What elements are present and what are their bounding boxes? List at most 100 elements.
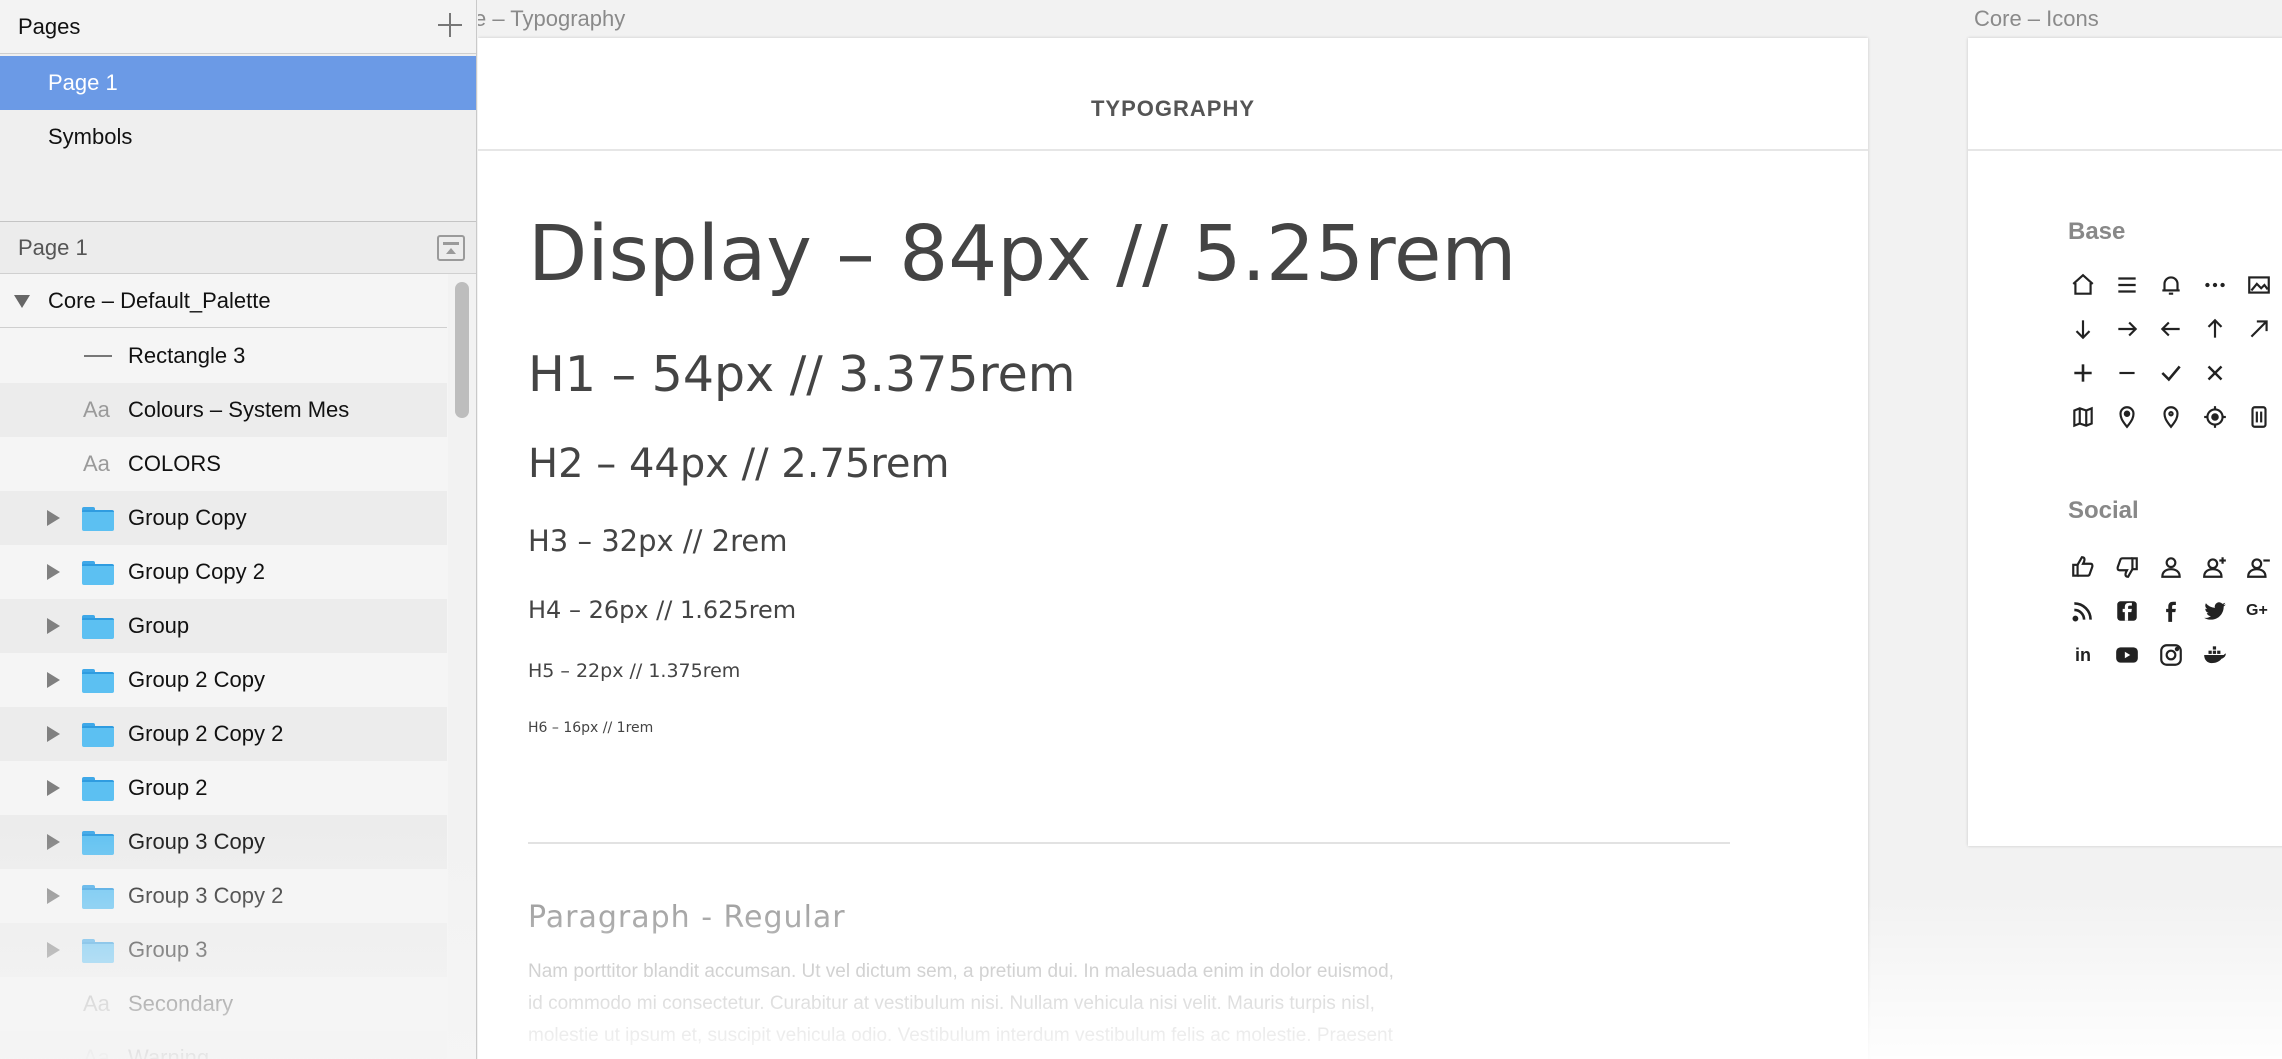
layer-row[interactable]: Group Copy bbox=[0, 491, 447, 545]
page-item-symbols[interactable]: Symbols bbox=[0, 110, 476, 164]
user-remove-icon[interactable] bbox=[2246, 554, 2272, 580]
h5-sample: H5 – 22px // 1.375rem bbox=[528, 660, 741, 682]
disclosure-collapsed-icon[interactable] bbox=[47, 618, 60, 634]
add-page-icon[interactable] bbox=[437, 12, 463, 38]
arrow-left-icon[interactable] bbox=[2158, 316, 2184, 342]
collapse-groups-icon[interactable] bbox=[437, 235, 465, 261]
layer-label: COLORS bbox=[128, 451, 221, 476]
disclosure-collapsed-icon[interactable] bbox=[47, 888, 60, 904]
section-divider bbox=[528, 842, 1730, 844]
artboard-label-typography[interactable]: e – Typography bbox=[478, 6, 625, 32]
folder-icon bbox=[82, 831, 114, 855]
arrow-up-right-icon[interactable] bbox=[2246, 316, 2272, 342]
target-icon[interactable] bbox=[2202, 404, 2228, 430]
disclosure-collapsed-icon[interactable] bbox=[47, 672, 60, 688]
layer-row[interactable]: Group Copy 2 bbox=[0, 545, 447, 599]
map-icon[interactable] bbox=[2070, 404, 2096, 430]
layer-row[interactable]: Group 3 Copy 2 bbox=[0, 869, 447, 923]
layers-page-title: Page 1 bbox=[18, 235, 88, 260]
artboard-header bbox=[1968, 38, 2282, 151]
layer-row[interactable]: Group 3 bbox=[0, 923, 447, 977]
layer-row[interactable]: Aa COLORS bbox=[0, 437, 447, 491]
google-plus-icon[interactable]: G+ bbox=[2246, 598, 2272, 624]
thumbs-up-icon[interactable] bbox=[2070, 554, 2096, 580]
menu-icon[interactable] bbox=[2114, 272, 2140, 298]
layer-label: Core – Default_Palette bbox=[48, 288, 271, 313]
layer-label: Colours – System Mes bbox=[128, 397, 350, 422]
layer-row[interactable]: Group 2 bbox=[0, 761, 447, 815]
disclosure-collapsed-icon[interactable] bbox=[47, 780, 60, 796]
layer-label: Group Copy bbox=[128, 505, 247, 530]
layer-label: Group Copy 2 bbox=[128, 559, 265, 584]
more-icon[interactable] bbox=[2202, 272, 2228, 298]
layer-row[interactable]: Group 2 Copy bbox=[0, 653, 447, 707]
check-icon[interactable] bbox=[2158, 360, 2184, 386]
disclosure-collapsed-icon[interactable] bbox=[47, 726, 60, 742]
location-pin-icon[interactable] bbox=[2114, 404, 2140, 430]
home-icon[interactable] bbox=[2070, 272, 2096, 298]
layer-artboard[interactable]: Core – Default_Palette bbox=[0, 274, 447, 328]
twitter-icon[interactable] bbox=[2202, 598, 2228, 624]
layer-row[interactable]: Aa Colours – System Mes bbox=[0, 383, 447, 437]
disclosure-expanded-icon[interactable] bbox=[14, 295, 30, 308]
disclosure-collapsed-icon[interactable] bbox=[47, 510, 60, 526]
layer-label: Warning bbox=[128, 1045, 210, 1059]
layer-row[interactable]: Group 2 Copy 2 bbox=[0, 707, 447, 761]
h2-sample: H2 – 44px // 2.75rem bbox=[528, 441, 950, 487]
layers-sidebar: Pages Page 1 Symbols Page 1 Core – Defau… bbox=[0, 0, 477, 1059]
location-pin-outline-icon[interactable] bbox=[2158, 404, 2184, 430]
disclosure-collapsed-icon[interactable] bbox=[47, 564, 60, 580]
pages-header: Pages bbox=[0, 0, 476, 54]
arrow-down-icon[interactable] bbox=[2070, 316, 2096, 342]
linkedin-icon[interactable]: in bbox=[2070, 642, 2096, 668]
close-icon[interactable] bbox=[2202, 360, 2228, 386]
building-icon[interactable] bbox=[2246, 404, 2272, 430]
canvas[interactable]: e – Typography Core – Icons TYPOGRAPHY D… bbox=[478, 0, 2282, 1059]
rss-icon[interactable] bbox=[2070, 598, 2096, 624]
layer-label: Rectangle 3 bbox=[128, 343, 246, 368]
facebook-icon[interactable] bbox=[2158, 598, 2184, 624]
bell-icon[interactable] bbox=[2158, 272, 2184, 298]
h4-sample: H4 – 26px // 1.625rem bbox=[528, 596, 797, 624]
h1-sample: H1 – 54px // 3.375rem bbox=[528, 346, 1076, 403]
arrow-up-icon[interactable] bbox=[2202, 316, 2228, 342]
disclosure-collapsed-icon[interactable] bbox=[47, 942, 60, 958]
base-section-title: Base bbox=[2068, 218, 2126, 245]
layer-label: Group 3 Copy bbox=[128, 829, 265, 854]
artboard-label-icons[interactable]: Core – Icons bbox=[1974, 6, 2099, 32]
arrow-right-icon[interactable] bbox=[2114, 316, 2140, 342]
display-sample: Display – 84px // 5.25rem bbox=[528, 210, 1517, 299]
disclosure-collapsed-icon[interactable] bbox=[47, 834, 60, 850]
layer-row[interactable]: Aa Secondary bbox=[0, 977, 447, 1031]
layer-label: Group 2 Copy bbox=[128, 667, 265, 692]
h3-sample: H3 – 32px // 2rem bbox=[528, 524, 788, 558]
layer-row[interactable]: Group bbox=[0, 599, 447, 653]
layer-label: Group 2 bbox=[128, 775, 208, 800]
facebook-square-icon[interactable] bbox=[2114, 598, 2140, 624]
image-icon[interactable] bbox=[2246, 272, 2272, 298]
layers-scrollbar-thumb[interactable] bbox=[455, 282, 469, 418]
thumbs-down-icon[interactable] bbox=[2114, 554, 2140, 580]
folder-icon bbox=[82, 777, 114, 801]
docker-icon[interactable] bbox=[2202, 642, 2228, 668]
folder-icon bbox=[82, 507, 114, 531]
layer-row[interactable]: Aa Warning bbox=[0, 1031, 447, 1059]
h6-sample: H6 – 16px // 1rem bbox=[528, 720, 654, 736]
youtube-icon[interactable] bbox=[2114, 642, 2140, 668]
layer-row[interactable]: Group 3 Copy bbox=[0, 815, 447, 869]
folder-icon bbox=[82, 939, 114, 963]
minus-icon[interactable] bbox=[2114, 360, 2140, 386]
user-icon[interactable] bbox=[2158, 554, 2184, 580]
artboard-icons[interactable] bbox=[1968, 38, 2282, 846]
layer-label: Secondary bbox=[128, 991, 234, 1016]
plus-icon[interactable] bbox=[2070, 360, 2096, 386]
text-layer-icon: Aa bbox=[83, 991, 110, 1016]
folder-icon bbox=[82, 669, 114, 693]
page-item-page-1[interactable]: Page 1 bbox=[0, 56, 476, 110]
artboard-typography[interactable]: TYPOGRAPHY Display – 84px // 5.25rem H1 … bbox=[478, 38, 1868, 1059]
instagram-icon[interactable] bbox=[2158, 642, 2184, 668]
user-add-icon[interactable] bbox=[2202, 554, 2228, 580]
layer-row[interactable]: Rectangle 3 bbox=[0, 329, 447, 383]
layer-label: Group 3 bbox=[128, 937, 208, 962]
text-layer-icon: Aa bbox=[83, 451, 110, 476]
